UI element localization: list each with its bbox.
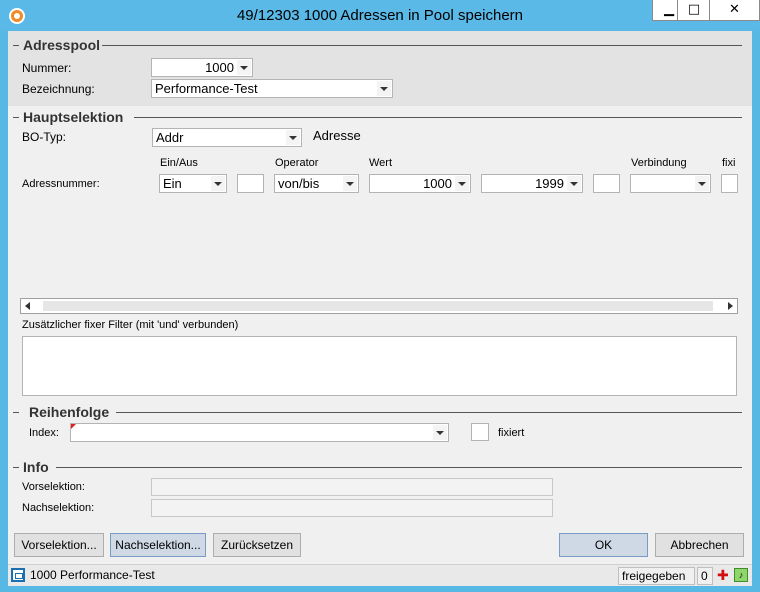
adressnummer-label: Adressnummer: xyxy=(22,178,100,190)
status-state: freigegeben xyxy=(618,567,695,585)
adresspool-title: Adresspool xyxy=(23,37,101,53)
zuruecksetzen-button[interactable]: Zurücksetzen xyxy=(213,533,301,557)
chevron-down-icon[interactable] xyxy=(377,81,391,96)
note-icon[interactable]: ♪ xyxy=(734,568,748,582)
botyp-value: Addr xyxy=(156,130,184,145)
index-label: Index: xyxy=(29,427,59,439)
column-header-fixi: fixi xyxy=(722,157,736,169)
scrollbar-thumb[interactable] xyxy=(43,301,713,311)
info-title: Info xyxy=(23,459,49,475)
title-bar: 49/12303 1000 Adressen in Pool speichern… xyxy=(0,0,760,31)
wert-to-value: 1999 xyxy=(535,176,564,191)
botyp-combo[interactable]: Addr xyxy=(152,128,302,147)
section-divider xyxy=(56,467,742,468)
nachselektion-button[interactable]: Nachselektion... xyxy=(110,533,206,557)
wert-from-combo[interactable]: 1000 xyxy=(369,174,471,193)
section-dash xyxy=(13,45,19,46)
botyp-description: Adresse xyxy=(313,128,361,143)
einaus-combo[interactable]: Ein xyxy=(159,174,227,193)
filter-label: Zusätzlicher fixer Filter (mit 'und' ver… xyxy=(22,319,239,331)
nummer-label: Nummer: xyxy=(22,61,72,75)
bracket-close-field[interactable] xyxy=(593,174,620,193)
fixiert-checkbox[interactable] xyxy=(471,423,489,441)
required-marker-icon xyxy=(71,424,76,429)
section-dash xyxy=(13,117,19,118)
reihenfolge-title: Reihenfolge xyxy=(29,404,110,420)
chevron-down-icon[interactable] xyxy=(286,130,300,145)
section-dash xyxy=(13,412,19,413)
scroll-right-icon[interactable] xyxy=(728,302,733,310)
bezeichnung-combo[interactable]: Performance-Test xyxy=(151,79,393,98)
chevron-down-icon[interactable] xyxy=(343,176,357,191)
dialog-body: Adresspool Nummer: 1000 Bezeichnung: Per… xyxy=(8,31,752,586)
chevron-down-icon[interactable] xyxy=(695,176,709,191)
fixiert-label: fixiert xyxy=(498,427,525,439)
maximize-button[interactable]: □ xyxy=(677,0,711,21)
bezeichnung-value: Performance-Test xyxy=(155,81,258,96)
section-divider xyxy=(102,45,742,46)
abbrechen-button[interactable]: Abbrechen xyxy=(655,533,744,557)
botyp-label: BO-Typ: xyxy=(22,130,67,144)
einaus-value: Ein xyxy=(163,176,182,191)
section-divider xyxy=(134,117,742,118)
wert-from-value: 1000 xyxy=(423,176,452,191)
wert-to-combo[interactable]: 1999 xyxy=(481,174,583,193)
vorselektion-field xyxy=(151,478,553,496)
index-combo[interactable] xyxy=(70,423,449,442)
nummer-combo[interactable]: 1000 xyxy=(151,58,253,77)
record-icon xyxy=(11,568,25,582)
delete-flag-icon[interactable]: ✚ xyxy=(717,569,729,583)
close-button[interactable]: ✕ xyxy=(709,0,760,21)
vorselektion-label: Vorselektion: xyxy=(22,481,85,493)
section-divider xyxy=(116,412,742,413)
hauptselektion-title: Hauptselektion xyxy=(23,109,124,125)
chevron-down-icon[interactable] xyxy=(237,60,251,75)
ok-button[interactable]: OK xyxy=(559,533,648,557)
chevron-down-icon[interactable] xyxy=(433,425,447,440)
vorselektion-button[interactable]: Vorselektion... xyxy=(14,533,104,557)
operator-combo[interactable]: von/bis xyxy=(274,174,359,193)
bezeichnung-label: Bezeichnung: xyxy=(22,82,95,96)
status-count: 0 xyxy=(697,567,713,585)
column-header-wert: Wert xyxy=(369,157,393,169)
nachselektion-label: Nachselektion: xyxy=(22,502,95,514)
column-header-einaus: Ein/Aus xyxy=(160,157,198,169)
chevron-down-icon[interactable] xyxy=(211,176,225,191)
status-bar: 1000 Performance-Test freigegeben 0 ✚ ♪ xyxy=(8,564,752,586)
fixi-checkbox[interactable] xyxy=(721,174,738,193)
nachselektion-field xyxy=(151,499,553,517)
window-title: 49/12303 1000 Adressen in Pool speichern xyxy=(236,7,524,24)
verbindung-combo[interactable] xyxy=(630,174,711,193)
operator-value: von/bis xyxy=(278,176,320,191)
nummer-value: 1000 xyxy=(205,60,234,75)
horizontal-scrollbar[interactable] xyxy=(20,298,738,314)
section-dash xyxy=(13,467,19,468)
chevron-down-icon[interactable] xyxy=(455,176,469,191)
chevron-down-icon[interactable] xyxy=(567,176,581,191)
column-header-verbindung: Verbindung xyxy=(631,157,687,169)
scroll-left-icon[interactable] xyxy=(25,302,30,310)
column-header-operator: Operator xyxy=(275,157,319,169)
status-text: 1000 Performance-Test xyxy=(30,568,155,582)
bracket-field[interactable] xyxy=(237,174,264,193)
filter-textarea[interactable] xyxy=(22,336,737,396)
